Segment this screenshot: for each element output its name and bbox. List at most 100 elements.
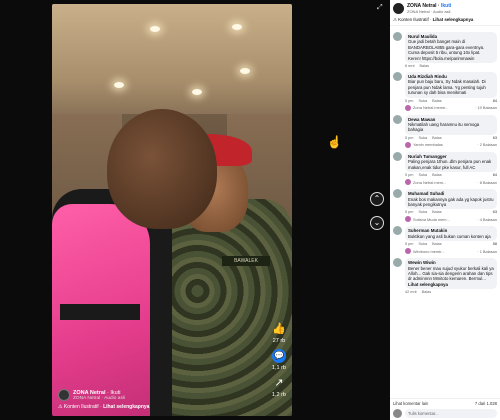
ceiling-light: [232, 24, 242, 30]
channel-name[interactable]: ZONA Netral: [73, 390, 106, 396]
reaction-count: 64: [492, 173, 497, 178]
ceiling-light: [150, 26, 160, 32]
comment-text: Buktikan yang asli bukan cuman konten aj…: [408, 233, 491, 239]
previous-video-button[interactable]: ⌃: [370, 192, 384, 206]
reply-count: · 4 Balasan: [477, 216, 497, 222]
reply-count: · 8 Balasan: [477, 179, 497, 185]
like-button[interactable]: Suka: [418, 210, 427, 214]
replies-toggle[interactable]: Zona Netral mem... · 8 Balasan: [405, 179, 497, 186]
follow-button[interactable]: Ikuti: [110, 390, 120, 396]
more-comments-link[interactable]: Lihat komentar lain: [393, 401, 428, 406]
reply-author: Sutisna Muda mem...: [413, 216, 450, 222]
comment-text: Biar pun baju baru, Sy Ndak masalah. Di …: [408, 79, 486, 96]
reply-button[interactable]: Balas: [432, 173, 442, 177]
comment-time: 5 pm: [405, 210, 414, 215]
person-head: [107, 109, 217, 229]
see-more-link[interactable]: Lihat selengkapnya: [408, 282, 494, 287]
comment-time: 5 pm: [405, 98, 414, 103]
see-more-link[interactable]: Lihat selengkapnya: [433, 17, 474, 22]
comment-icon[interactable]: 💬: [271, 349, 286, 363]
reply-button[interactable]: Balas: [432, 99, 442, 103]
reels-viewer: BAWALEK 👍 27 rb 💬 1,1 rb ↗ 1,2 rb ZONA N…: [0, 0, 500, 420]
replies-toggle[interactable]: Yamin membalas · 2 Balasan: [405, 141, 497, 148]
comment-text: Bener bener mau sujud syukur berkali kal…: [408, 265, 494, 282]
reply-author: Wimbono memb...: [413, 248, 445, 254]
comment-text: Paling penjara 1thun..dlm penjara pun en…: [408, 159, 492, 170]
comment-item: Nurul Maulida Gue jadi betah banget main…: [393, 32, 497, 68]
commenter-avatar[interactable]: [393, 189, 402, 199]
comment-counter: 7 dari 1.028: [474, 401, 497, 406]
comment-item: Dewa Mawan Nikmatilah uang haramnu itu s…: [393, 114, 497, 148]
reply-author: Zona Netral mem...: [413, 179, 447, 185]
see-more-link[interactable]: Lihat selengkapnya: [103, 404, 149, 410]
commenter-avatar[interactable]: [393, 72, 402, 82]
video-player[interactable]: BAWALEK 👍 27 rb 💬 1,1 rb ↗ 1,2 rb ZONA N…: [52, 4, 292, 416]
reply-button[interactable]: Balas: [432, 136, 442, 140]
reaction-count: 63: [492, 135, 497, 140]
reply-button[interactable]: Balas: [420, 64, 430, 68]
comment-list: Nurul Maulida Gue jadi betah banget main…: [390, 26, 500, 296]
ceiling-background: [52, 4, 292, 114]
warning-text: Konten Ilustratif ·: [63, 404, 102, 410]
comments-panel: ZONA Netral · Ikuti ZONA Netral · Audio …: [390, 0, 500, 420]
reaction-count: 58: [492, 242, 497, 247]
next-video-button[interactable]: ⌄: [370, 216, 384, 230]
commenter-avatar[interactable]: [393, 226, 402, 236]
like-icon[interactable]: 👍: [272, 322, 286, 336]
mouse-cursor-icon: ☝: [327, 135, 342, 149]
like-button[interactable]: Suka: [418, 99, 427, 103]
channel-avatar[interactable]: [393, 3, 404, 14]
comment-item: Suherman Mutakin Buktikan yang asli buka…: [393, 226, 497, 255]
comment-time: 5 pm: [405, 135, 414, 140]
warning-icon: ⚠: [393, 17, 397, 22]
reply-avatar: [405, 104, 411, 111]
ceiling-light: [192, 89, 202, 95]
comment-item: Uda Rizdiah Rindu Biar pun baju baru, Sy…: [393, 72, 497, 111]
reply-avatar: [405, 141, 411, 148]
warning-text: Konten Ilustratif ·: [398, 17, 432, 22]
comment-item: Wewin Wiwin Bener bener mau sujud syukur…: [393, 258, 497, 294]
like-button[interactable]: Suka: [418, 242, 427, 246]
panel-header: ZONA Netral · Ikuti ZONA Netral · Audio …: [390, 0, 500, 26]
expand-icon[interactable]: ⤢: [377, 4, 383, 12]
panel-footer: Lihat komentar lain 7 dari 1.028 Tulis k…: [390, 398, 500, 420]
reply-count: · 2 Balasan: [477, 142, 497, 148]
replies-toggle[interactable]: Sutisna Muda mem... · 4 Balasan: [405, 216, 497, 223]
reply-author: Zona Netral meme...: [413, 105, 449, 111]
comment-text: Gue jadi betah banget main di BANDARBOLA…: [408, 39, 485, 61]
vest-stripe: [60, 304, 140, 320]
commenter-avatar[interactable]: [393, 32, 402, 41]
share-icon[interactable]: ↗: [272, 376, 286, 390]
warning-icon: ⚠: [58, 404, 63, 410]
reaction-count: 84: [492, 98, 497, 103]
video-caption: ZONA Netral · Ikuti ZONA Netral · Audio …: [58, 389, 150, 410]
name-patch: BAWALEK: [222, 256, 270, 266]
replies-toggle[interactable]: Wimbono memb... · 1 Balasan: [405, 248, 497, 255]
comment-item: Muhamad Suhadi Enak bos makannya gak ada…: [393, 189, 497, 223]
comment-text: Nikmatilah uang haramnu itu semoga bahag…: [408, 122, 480, 133]
comment-time: 5 pm: [405, 173, 414, 178]
like-button[interactable]: Suka: [418, 136, 427, 140]
comment-input[interactable]: Tulis komentar...: [405, 409, 497, 418]
ceiling-light: [114, 82, 124, 88]
comment-time: 6 mnt: [405, 64, 415, 69]
channel-avatar[interactable]: [58, 389, 70, 401]
share-count: 1,2 rb: [271, 392, 286, 398]
ceiling-light: [240, 68, 250, 74]
video-actions: 👍 27 rb 💬 1,1 rb ↗ 1,2 rb: [272, 322, 286, 398]
comment-text: Enak bos makannya gak ada yg kapok justr…: [408, 196, 494, 207]
reply-avatar: [405, 216, 411, 223]
comment-time: 42 mnt: [405, 290, 417, 295]
reply-button[interactable]: Balas: [422, 290, 432, 294]
comment-count: 1,1 rb: [271, 365, 286, 371]
replies-toggle[interactable]: Zona Netral meme... · 19 Balasan: [405, 104, 497, 111]
reply-button[interactable]: Balas: [432, 210, 442, 214]
reply-button[interactable]: Balas: [432, 242, 442, 246]
commenter-avatar[interactable]: [393, 114, 402, 124]
channel-sub: ZONA Netral · Audio asli: [73, 395, 125, 401]
reply-avatar: [405, 179, 411, 186]
reply-author: Yamin membalas: [413, 142, 443, 148]
like-button[interactable]: Suka: [418, 173, 427, 177]
commenter-avatar[interactable]: [393, 151, 402, 161]
commenter-avatar[interactable]: [393, 258, 402, 268]
